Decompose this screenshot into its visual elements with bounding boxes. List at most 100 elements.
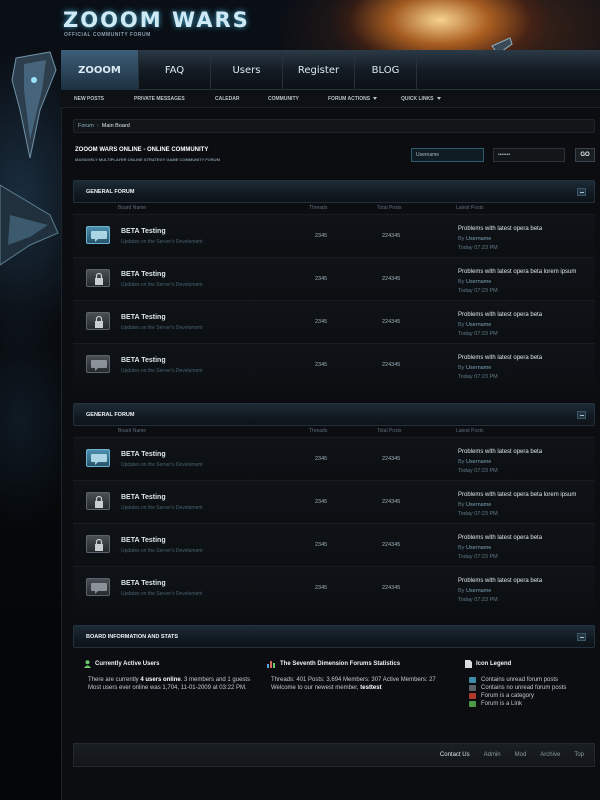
author-link[interactable]: Username — [466, 236, 491, 242]
author-link[interactable]: Username — [466, 588, 491, 594]
latest-post-link[interactable]: Problems with latest opera beta lorem ip… — [458, 492, 576, 498]
breadcrumb-current: Main Board — [101, 123, 130, 129]
latest-post-time: Today 07:23 PM — [458, 511, 498, 517]
icon-legend-block: Icon Legend Contains unread forum posts … — [465, 660, 566, 709]
subnav-new-posts[interactable]: NEW POSTS — [74, 96, 104, 102]
post-count: 224345 — [382, 233, 401, 239]
legend-item: Forum is a category — [465, 693, 566, 699]
section-header: GENERAL FORUM — [73, 403, 595, 426]
footer-contact-link[interactable]: Contact Us — [440, 752, 470, 758]
col-board: Board Name — [118, 428, 147, 434]
nav-faq[interactable]: FAQ — [139, 50, 211, 90]
latest-post-link[interactable]: Problems with latest opera beta — [458, 449, 542, 455]
forum-row[interactable]: BETA Testing Updates on the Server's Deve… — [73, 566, 595, 609]
latest-post-link[interactable]: Problems with latest opera beta — [458, 355, 542, 361]
unread-posts-icon — [469, 677, 476, 683]
col-board: Board Name — [118, 205, 147, 211]
author-link[interactable]: Username — [466, 459, 491, 465]
forum-row[interactable]: BETA Testing Updates on the Server's Deve… — [73, 257, 595, 300]
subnav-label: NEW POSTS — [74, 95, 105, 102]
footer-admin-link[interactable]: Admin — [484, 752, 501, 758]
breadcrumb-root[interactable]: Forum — [78, 123, 94, 129]
newest-member-link[interactable]: testtest — [360, 685, 381, 691]
collapse-icon — [579, 636, 584, 638]
nav-users[interactable]: Users — [211, 50, 283, 90]
lock-icon — [86, 269, 110, 287]
nav-home[interactable]: ZOOOM — [61, 50, 139, 90]
latest-post-link[interactable]: Problems with latest opera beta — [458, 226, 542, 232]
by-label: By — [458, 588, 465, 594]
lock-icon — [86, 492, 110, 510]
nav-blog[interactable]: BLOG — [355, 50, 417, 90]
active-users-block: Currently Active Users There are current… — [84, 660, 250, 693]
author-link[interactable]: Username — [466, 322, 491, 328]
post-count: 224345 — [382, 542, 401, 548]
forum-description: Updates on the Server's Develoment — [121, 368, 203, 374]
category-icon — [469, 693, 476, 699]
password-input[interactable] — [493, 148, 565, 162]
collapse-button[interactable] — [577, 411, 586, 419]
forum-title-link[interactable]: BETA Testing — [121, 494, 166, 501]
subnav-calendar[interactable]: CALEDAR — [215, 96, 239, 102]
latest-post-time: Today 07:23 PM — [458, 245, 498, 251]
username-input[interactable] — [411, 148, 484, 162]
forum-title-link[interactable]: BETA Testing — [121, 580, 166, 587]
author-link[interactable]: Username — [466, 545, 491, 551]
forum-title-link[interactable]: BETA Testing — [121, 314, 166, 321]
active-pre: There are currently — [88, 677, 141, 683]
footer-mod-link[interactable]: Mod — [515, 752, 527, 758]
subnav-forum-actions[interactable]: FORUM ACTIONS — [328, 96, 378, 102]
footer-archive-link[interactable]: Archive — [540, 752, 560, 758]
stats-section: BOARD INFORMATION AND STATS — [73, 625, 595, 648]
forum-row[interactable]: BETA Testing Updates on the Server's Deve… — [73, 300, 595, 343]
lock-icon — [86, 535, 110, 553]
max-users-line: Most users ever online was 1,704, 11-01-… — [88, 685, 247, 691]
forum-row[interactable]: BETA Testing Updates on the Server's Deve… — [73, 343, 595, 386]
nav-register[interactable]: Register — [283, 50, 355, 90]
author-link[interactable]: Username — [466, 502, 491, 508]
legend-item: Contains unread forum posts — [465, 677, 566, 683]
latest-post-time: Today 07:23 PM — [458, 331, 498, 337]
link-icon — [469, 701, 476, 707]
author-link[interactable]: Username — [466, 279, 491, 285]
forum-row[interactable]: BETA Testing Updates on the Server's Deve… — [73, 480, 595, 523]
forum-title-link[interactable]: BETA Testing — [121, 357, 166, 364]
latest-post-link[interactable]: Problems with latest opera beta — [458, 312, 542, 318]
forum-row[interactable]: BETA Testing Updates on the Server's Deve… — [73, 214, 595, 257]
login-go-button[interactable]: GO — [575, 148, 595, 162]
active-post: . 3 members and 1 guests — [180, 677, 251, 683]
author-link[interactable]: Username — [466, 365, 491, 371]
forum-title-link[interactable]: BETA Testing — [121, 537, 166, 544]
forum-title-link[interactable]: BETA Testing — [121, 451, 166, 458]
post-count: 224345 — [382, 362, 401, 368]
latest-post-time: Today 07:23 PM — [458, 554, 498, 560]
forum-title-link[interactable]: BETA Testing — [121, 228, 166, 235]
forum-description: Updates on the Server's Develoment — [121, 548, 203, 554]
user-icon — [84, 660, 91, 668]
footer-top-link[interactable]: Top — [574, 752, 584, 758]
active-users-line: There are currently 4 users online. 3 me… — [84, 677, 250, 683]
forum-title-link[interactable]: BETA Testing — [121, 271, 166, 278]
latest-post-author: By Username — [458, 322, 491, 328]
thread-count: 2345 — [315, 585, 328, 591]
latest-post-author: By Username — [458, 279, 491, 285]
latest-post-link[interactable]: Problems with latest opera beta — [458, 578, 542, 584]
site-logo[interactable]: ZOOOM WARS — [63, 8, 250, 32]
subnav-label: PRIVATE MESSAGES — [134, 95, 185, 102]
latest-post-author: By Username — [458, 236, 491, 242]
subnav-quick-links[interactable]: QUICK LINKS — [401, 96, 441, 102]
subnav-private-messages[interactable]: PRIVATE MESSAGES — [134, 96, 185, 102]
collapse-button[interactable] — [577, 633, 586, 641]
collapse-button[interactable] — [577, 188, 586, 196]
forum-row[interactable]: BETA Testing Updates on the Server's Deve… — [73, 523, 595, 566]
latest-post-author: By Username — [458, 365, 491, 371]
col-posts: Total Posts — [377, 205, 402, 211]
forum-row[interactable]: BETA Testing Updates on the Server's Deve… — [73, 437, 595, 480]
thread-count: 2345 — [315, 233, 328, 239]
latest-post-time: Today 07:23 PM — [458, 288, 498, 294]
by-label: By — [458, 279, 465, 285]
subnav-community[interactable]: COMMUNITY — [268, 96, 299, 102]
latest-post-link[interactable]: Problems with latest opera beta lorem ip… — [458, 269, 576, 275]
latest-post-link[interactable]: Problems with latest opera beta — [458, 535, 542, 541]
latest-post-author: By Username — [458, 545, 491, 551]
